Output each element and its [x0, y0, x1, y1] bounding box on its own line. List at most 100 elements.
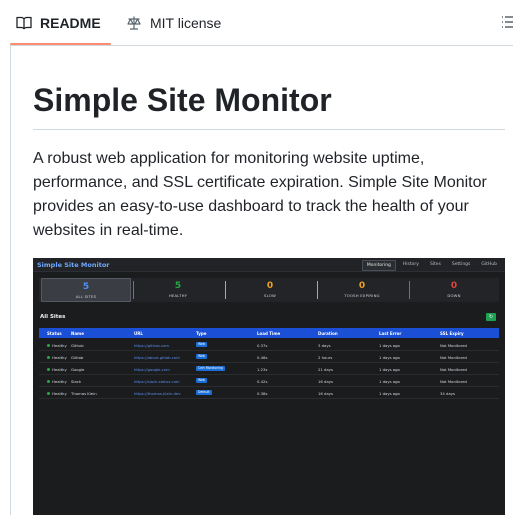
status-text: Healthy: [52, 378, 67, 384]
cell-url[interactable]: https://slack-status.com: [134, 379, 180, 384]
cell-name: Giitlab: [71, 354, 84, 360]
table-row[interactable]: Healthy Github https://github.com Web 0.37s 3…: [39, 339, 499, 351]
stats-row: 5 ALL SITES 5 HEALTHY 0 SLOW 0 TOOSH EXP…: [39, 278, 499, 302]
status-dot-icon: [47, 344, 50, 347]
status-dot-icon: [47, 356, 50, 359]
column-type[interactable]: Type: [196, 331, 206, 336]
book-icon: [16, 15, 32, 31]
status-text: Healthy: [52, 366, 67, 372]
stat-value: 0: [450, 281, 458, 291]
nav-github[interactable]: GitHub: [477, 260, 501, 271]
outline-list-icon[interactable]: [500, 14, 513, 30]
dashboard-nav-links: Monitoring History Sites Settings GitHub: [361, 260, 501, 271]
stat-label: TOOSH EXPIRING: [344, 293, 380, 298]
cell-name: Github: [71, 342, 84, 348]
sites-table-header: Status Name URL Type Load Time Duration …: [39, 328, 499, 338]
cell-duration: 16 days: [318, 390, 334, 396]
cell-load-time: 1.23s: [257, 366, 268, 372]
tab-readme[interactable]: README: [16, 0, 101, 45]
column-duration[interactable]: Duration: [318, 331, 338, 336]
readme-tab-bar: README MIT license: [0, 0, 513, 45]
nav-settings[interactable]: Settings: [448, 260, 474, 271]
cell-url[interactable]: https://about.gitlab.com: [134, 355, 180, 360]
readme-description: A robust web application for monitoring …: [33, 150, 487, 239]
nav-sites[interactable]: Sites: [426, 260, 445, 271]
stat-value: 0: [358, 281, 366, 291]
stat-label: ALL SITES: [75, 294, 97, 299]
column-last-error[interactable]: Last Error: [379, 331, 401, 336]
refresh-icon: ↻: [488, 314, 494, 320]
stat-label: SLOW: [264, 293, 276, 298]
stat-healthy[interactable]: 5 HEALTHY: [133, 278, 223, 302]
column-status[interactable]: Status: [47, 331, 62, 336]
table-row[interactable]: Healthy Giitlab https://about.gitlab.com We…: [39, 351, 499, 363]
dashboard-navbar: Simple Site Monitor Monitoring History S…: [33, 258, 505, 272]
dashboard-screenshot: Simple Site Monitor Monitoring History S…: [33, 258, 505, 515]
table-row[interactable]: Healthy Thomas Klein https://thomas-klein.…: [39, 387, 499, 399]
cell-type: Cert Monitoring: [196, 366, 225, 371]
status-dot-icon: [47, 392, 50, 395]
cell-last-error: 1 days ago: [379, 354, 400, 360]
cell-url[interactable]: https://thomas-klein.dev: [134, 391, 180, 396]
status-text: Healthy: [52, 354, 67, 360]
cell-status: Healthy: [47, 355, 67, 360]
title-divider: [33, 129, 505, 130]
stat-label: DOWN: [447, 293, 461, 298]
cell-duration: 2 hours: [318, 354, 333, 360]
cell-type: Web: [196, 354, 207, 359]
stat-ssl-expiring[interactable]: 0 TOOSH EXPIRING: [317, 278, 407, 302]
cell-status: Healthy: [47, 343, 67, 348]
cell-ssl-expiry: Not Monitored: [440, 354, 467, 360]
cell-load-time: 0.42s: [257, 378, 268, 384]
nav-monitoring[interactable]: Monitoring: [361, 260, 396, 271]
cell-type: Web: [196, 378, 207, 383]
cell-load-time: 0.37s: [257, 342, 268, 348]
refresh-button[interactable]: ↻: [486, 313, 496, 321]
cell-duration: 3 days: [318, 342, 331, 348]
cell-last-error: 1 days ago: [379, 342, 400, 348]
dashboard-brand: Simple Site Monitor: [37, 261, 110, 269]
cell-type: Default: [196, 390, 212, 395]
cell-duration: 21 days: [318, 366, 334, 372]
cell-load-time: 0.46s: [257, 354, 268, 360]
all-sites-heading: All Sites: [40, 314, 66, 320]
cell-url[interactable]: https://google.com: [134, 367, 170, 372]
column-name[interactable]: Name: [71, 331, 84, 336]
cell-ssl-expiry: Not Monitored: [440, 342, 467, 348]
nav-history[interactable]: History: [399, 260, 423, 271]
readme-title: Simple Site Monitor: [33, 82, 332, 118]
cell-status: Healthy: [47, 379, 67, 384]
cell-last-error: 1 days ago: [379, 366, 400, 372]
cell-status: Healthy: [47, 367, 67, 372]
table-row[interactable]: Healthy Slack https://slack-status.com Web 0…: [39, 375, 499, 387]
cell-name: Google: [71, 366, 85, 372]
cell-load-time: 0.38s: [257, 390, 268, 396]
tab-license[interactable]: MIT license: [126, 0, 221, 45]
table-row[interactable]: Healthy Google https://google.com Cert Moni…: [39, 363, 499, 375]
cell-ssl-expiry: Not Monitored: [440, 378, 467, 384]
status-dot-icon: [47, 368, 50, 371]
cell-last-error: 1 days ago: [379, 390, 400, 396]
cell-ssl-expiry: 34 days: [440, 390, 456, 396]
stat-all-sites[interactable]: 5 ALL SITES: [41, 278, 131, 302]
stat-down[interactable]: 0 DOWN: [409, 278, 499, 302]
cell-url[interactable]: https://github.com: [134, 343, 169, 348]
tab-license-label: MIT license: [150, 14, 222, 31]
cell-duration: 16 days: [318, 378, 334, 384]
cell-name: Slack: [71, 378, 82, 384]
stat-slow[interactable]: 0 SLOW: [225, 278, 315, 302]
column-url[interactable]: URL: [134, 331, 143, 336]
stat-value: 5: [174, 281, 182, 291]
tab-readme-label: README: [40, 14, 101, 31]
cell-ssl-expiry: Not Monitored: [440, 366, 467, 372]
cell-last-error: 1 days ago: [379, 378, 400, 384]
column-load-time[interactable]: Load Time: [257, 331, 280, 336]
status-text: Healthy: [52, 390, 67, 396]
cell-status: Healthy: [47, 391, 67, 396]
column-ssl-expiry[interactable]: SSL Expiry: [440, 331, 464, 336]
cell-name: Thomas Klein: [71, 390, 97, 396]
stat-value: 5: [82, 282, 90, 292]
cell-type: Web: [196, 342, 207, 347]
status-dot-icon: [47, 380, 50, 383]
scale-icon: [126, 15, 142, 31]
